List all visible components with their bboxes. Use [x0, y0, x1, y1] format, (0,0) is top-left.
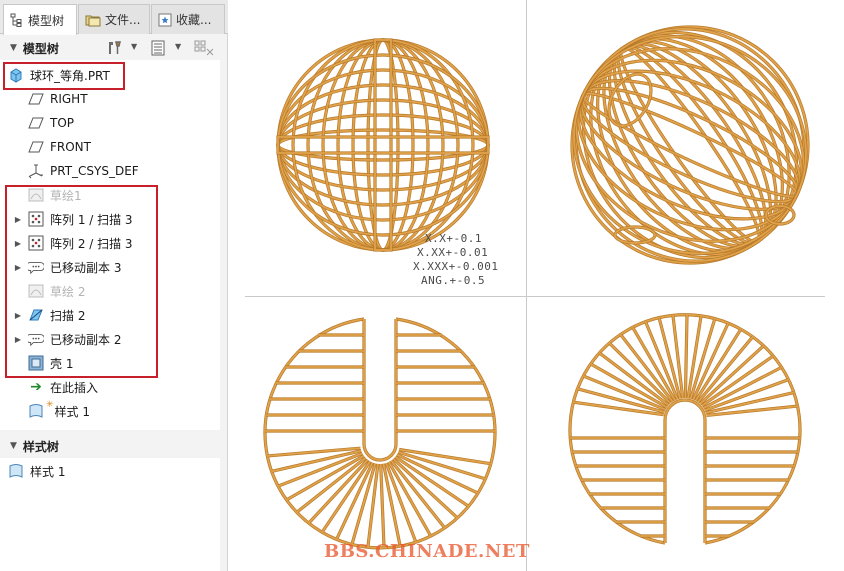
- tree-root[interactable]: 球环_等角.PRT: [8, 64, 110, 86]
- insert-here-icon: ➔: [30, 379, 42, 395]
- viewport-top-view[interactable]: [245, 310, 515, 560]
- collapse-triangle-icon[interactable]: ▼: [10, 441, 17, 451]
- style-tree-item-style-1[interactable]: 样式 1: [8, 460, 65, 482]
- pattern-icon: [28, 211, 44, 227]
- u-slot: [363, 319, 397, 461]
- style-icon: [28, 403, 44, 419]
- tree-item-label: 已移动副本 2: [50, 332, 122, 347]
- tree-item-top[interactable]: TOP: [28, 112, 74, 134]
- tree-item-pattern-1[interactable]: ▶ 阵列 1 / 扫描 3: [15, 208, 133, 230]
- tree-item-moved-copy-3[interactable]: ▶ 已移动副本 3: [15, 256, 122, 278]
- show-dropdown-icon[interactable]: ▼: [175, 42, 181, 51]
- tree-item-label: 壳 1: [50, 356, 74, 371]
- expand-icon[interactable]: ▶: [13, 263, 23, 272]
- datum-plane-icon: [28, 139, 44, 155]
- u-slot: [664, 399, 706, 543]
- moved-copy-icon: [28, 331, 44, 347]
- tree-item-sweep-2[interactable]: ▶ 扫描 2: [15, 304, 86, 326]
- tree-item-pattern-2[interactable]: ▶ 阵列 2 / 扫描 3: [15, 232, 133, 254]
- model-tree-panel: 模型树 文件... 收藏... ▼ 模型树 ▼ ▼ 球环_等角.PRT RIGH…: [0, 0, 228, 571]
- tree-item-label: RIGHT: [50, 92, 88, 106]
- tree-item-moved-copy-2[interactable]: ▶ 已移动副本 2: [15, 328, 122, 350]
- u-slot-shadow: [362, 319, 398, 462]
- tolerance-table: X.X+-0.1 X.XX+-0.01 X.XXX+-0.001 ANG.+-0…: [409, 232, 498, 288]
- expand-icon[interactable]: ▶: [13, 335, 23, 344]
- folder-icon: [85, 15, 101, 26]
- style-tree-header[interactable]: ▼ 样式树: [0, 434, 220, 458]
- panel-tabs: 模型树 文件... 收藏...: [0, 0, 228, 35]
- tree-item-label: 草绘1: [50, 188, 82, 203]
- tree-item-label: 在此插入: [50, 380, 99, 395]
- tree-item-label: 草绘 2: [50, 284, 86, 299]
- coordinate-system-icon: [28, 163, 44, 179]
- tree-item-csys[interactable]: PRT_CSYS_DEF: [28, 160, 139, 182]
- tree-item-label: FRONT: [50, 140, 91, 154]
- tree-item-label: 样式 1: [54, 404, 90, 419]
- tab-favorites-label: 收藏...: [176, 13, 212, 27]
- regen-star-icon: ✳: [46, 400, 54, 410]
- style-tree-item-label: 样式 1: [30, 464, 66, 479]
- style-tree: 样式 1: [0, 458, 220, 571]
- tab-files-label: 文件...: [105, 13, 141, 27]
- show-list-icon[interactable]: [150, 40, 168, 56]
- tree-item-sketch-2[interactable]: 草绘 2: [28, 280, 85, 302]
- expand-icon[interactable]: ▶: [13, 311, 23, 320]
- u-slot-shadow: [663, 398, 707, 543]
- settings-icon[interactable]: [106, 40, 124, 56]
- viewport-divider-horizontal: [245, 296, 825, 297]
- tolerance-line: X.XX+-0.01: [417, 246, 489, 259]
- tree-item-label: 阵列 1 / 扫描 3: [50, 212, 133, 227]
- tree-item-label: 已移动副本 3: [50, 260, 122, 275]
- datum-plane-icon: [28, 115, 44, 131]
- tree-item-sketch-1[interactable]: 草绘1: [28, 184, 82, 206]
- model-tree: 球环_等角.PRT RIGHT TOP FRONT PRT_CSYS_DEF 草…: [0, 60, 220, 430]
- tree-item-right[interactable]: RIGHT: [28, 88, 88, 110]
- tree-item-style-1[interactable]: ✳ 样式 1: [28, 400, 90, 422]
- part-icon: [8, 67, 24, 83]
- style-icon: [8, 463, 24, 479]
- favorites-icon: [158, 13, 172, 26]
- tree-item-label: PRT_CSYS_DEF: [50, 164, 139, 178]
- tolerance-line: ANG.+-0.5: [421, 274, 486, 287]
- moved-copy-icon: [28, 259, 44, 275]
- viewport-isometric-view[interactable]: [545, 10, 835, 280]
- latitude-wire: [575, 47, 805, 243]
- settings-dropdown-icon[interactable]: ▼: [131, 42, 137, 51]
- graphics-area[interactable]: X.X+-0.1 X.XX+-0.01 X.XXX+-0.001 ANG.+-0…: [229, 0, 844, 571]
- watermark-text: BBS.CHINADE.NET: [324, 541, 530, 562]
- sketch-icon: [28, 283, 44, 299]
- expand-icon[interactable]: ▶: [13, 215, 23, 224]
- shell-icon: [28, 355, 44, 371]
- tree-item-label: 阵列 2 / 扫描 3: [50, 236, 133, 251]
- collapse-triangle-icon[interactable]: ▼: [10, 43, 17, 53]
- tab-model-tree-label: 模型树: [28, 13, 65, 28]
- tree-item-shell-1[interactable]: 壳 1: [28, 352, 73, 374]
- pattern-icon: [28, 235, 44, 251]
- tolerance-line: X.X+-0.1: [425, 232, 482, 245]
- model-tree-icon: [10, 13, 22, 27]
- viewport-bottom-view[interactable]: [545, 310, 825, 560]
- rib-wire: [699, 345, 765, 405]
- tab-favorites[interactable]: 收藏...: [151, 4, 225, 34]
- tree-item-label: TOP: [50, 116, 75, 130]
- viewport-divider-vertical: [526, 0, 527, 571]
- expand-icon[interactable]: ▶: [13, 239, 23, 248]
- tolerance-line: X.XXX+-0.001: [413, 260, 499, 273]
- tree-item-front[interactable]: FRONT: [28, 136, 91, 158]
- latitude-wire-shadow: [574, 47, 806, 243]
- tab-files[interactable]: 文件...: [78, 4, 150, 34]
- datum-plane-icon: [28, 91, 44, 107]
- filter-icon[interactable]: [194, 40, 214, 56]
- model-tree-title: 模型树: [22, 41, 59, 56]
- sweep-icon: [28, 307, 44, 323]
- tree-root-label: 球环_等角.PRT: [30, 68, 110, 83]
- style-tree-title: 样式树: [22, 439, 59, 454]
- tree-item-insert-here[interactable]: ➔ 在此插入: [28, 376, 98, 398]
- tree-item-label: 扫描 2: [50, 308, 86, 323]
- outer-rim-shadow: [263, 317, 497, 550]
- rib-wire: [590, 363, 668, 409]
- sketch-icon: [28, 187, 44, 203]
- tab-model-tree[interactable]: 模型树: [3, 4, 77, 35]
- rib-wire: [608, 342, 672, 405]
